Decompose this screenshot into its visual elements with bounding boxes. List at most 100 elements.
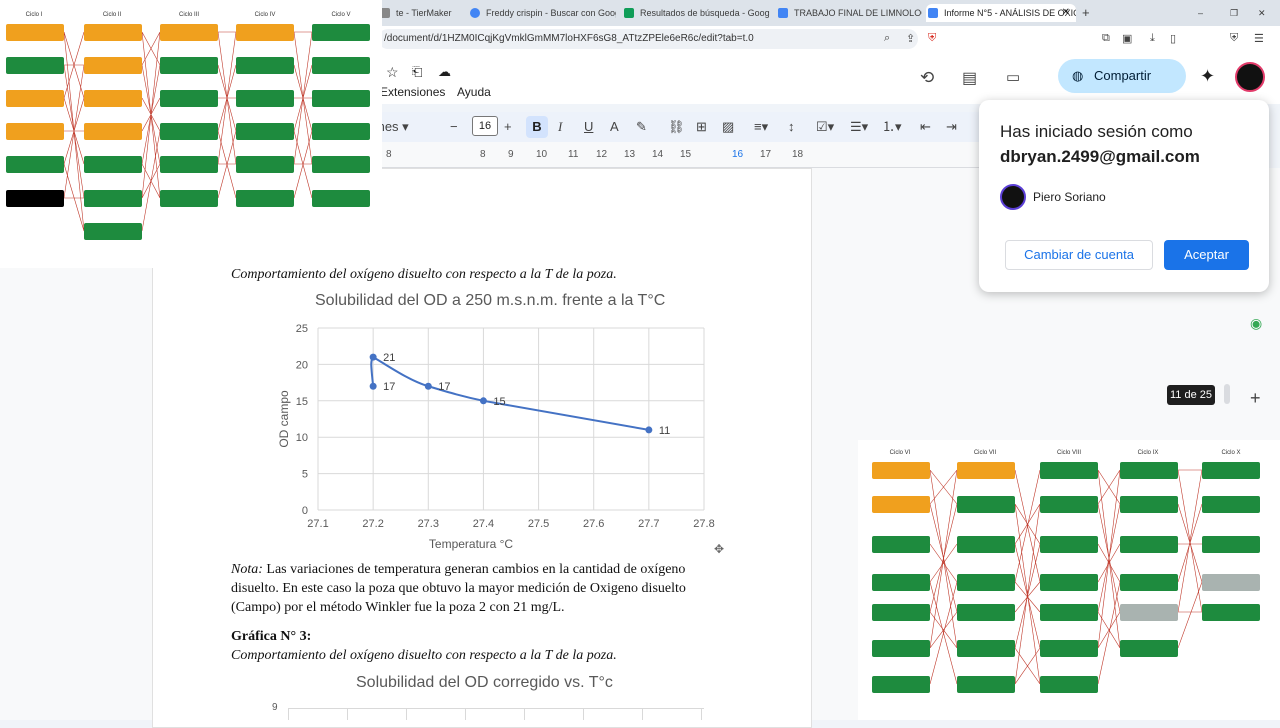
tab-search-icon[interactable]: ▣	[1122, 32, 1132, 45]
maximize-button[interactable]: ❐	[1230, 4, 1244, 22]
account-avatar	[1000, 184, 1026, 210]
x-tick-label: 27.7	[638, 518, 659, 530]
chart2-ytick: 9	[272, 702, 278, 713]
numbered-list-icon[interactable]: ⒈▾	[882, 118, 902, 136]
history-icon[interactable]: ⟲	[920, 68, 934, 88]
x-tick-label: 27.1	[307, 518, 328, 530]
add-icon[interactable]: +	[1250, 388, 1261, 409]
scrollbar-thumb[interactable]	[1224, 384, 1230, 404]
y-tick-label: 20	[296, 359, 308, 371]
url-field[interactable]: /document/d/1HZM0ICqjKgVmklGmMM7loHXF6sG…	[378, 29, 918, 49]
browser-tab[interactable]: TRABAJO FINAL DE LIMNOLOGÍA M	[776, 4, 922, 22]
ruler-number: 13	[624, 149, 636, 160]
image-icon[interactable]: ▨	[722, 118, 734, 136]
browser-tab[interactable]: Freddy crispin - Buscar con Google	[468, 4, 616, 22]
extensions-icon[interactable]: ⧉	[1102, 32, 1110, 45]
course-box	[236, 156, 294, 173]
indent-increase-icon[interactable]: ⇥	[946, 118, 957, 136]
cycle-label: Ciclo I	[25, 12, 43, 18]
caption-2: Comportamiento del oxígeno disuelto con …	[231, 648, 617, 663]
cycle-label: Ciclo X	[1221, 450, 1241, 456]
maps-icon[interactable]: ◉	[1250, 315, 1262, 332]
x-tick-label: 27.5	[528, 518, 549, 530]
line-spacing-icon[interactable]: ↕	[788, 118, 795, 136]
account-name: Piero Soriano	[1033, 190, 1106, 204]
graph3-heading: Gráfica N° 3:	[231, 629, 312, 644]
cycle-label: Ciclo VI	[889, 450, 911, 456]
x-tick-label: 27.3	[418, 518, 439, 530]
link-icon[interactable]: ⛓	[668, 118, 685, 136]
x-axis-label: Temperatura °C	[429, 537, 513, 551]
add-comment-icon[interactable]: ⊞	[696, 118, 707, 136]
avatar[interactable]	[1235, 62, 1265, 92]
highlight-icon[interactable]: ✎	[636, 118, 647, 136]
star-icon[interactable]: ☆	[386, 64, 399, 81]
underline-button[interactable]: U	[584, 118, 593, 136]
ruler-number: 14	[652, 149, 664, 160]
minimize-button[interactable]: –	[1198, 4, 1212, 22]
browser-tab-active[interactable]: Informe N°5 - ANÁLISIS DE OXIG ✕	[926, 4, 1076, 22]
checklist-icon[interactable]: ☑▾	[816, 118, 834, 136]
gemini-icon[interactable]: ✦	[1200, 66, 1215, 87]
menu-icon[interactable]: ☰	[1254, 32, 1264, 45]
menu-extensiones[interactable]: Extensiones	[380, 85, 445, 99]
move-icon[interactable]: ⎗	[412, 64, 422, 80]
decrease-font-icon[interactable]: −	[450, 118, 458, 136]
browser-tab[interactable]: te - TierMaker	[378, 4, 456, 22]
course-box	[84, 190, 142, 207]
cloud-status-icon[interactable]: ☁	[438, 64, 451, 80]
share-button[interactable]: ◍ Compartir	[1058, 59, 1186, 93]
caption-1: Comportamiento del oxígeno disuelto con …	[231, 267, 617, 282]
course-box	[872, 676, 930, 693]
series-line	[370, 355, 650, 431]
vpn-icon[interactable]: ⛨	[1230, 32, 1238, 45]
new-tab-button[interactable]: +	[1080, 4, 1100, 22]
docs-icon	[778, 8, 788, 18]
cycle-label: Ciclo III	[178, 12, 199, 18]
menu-ayuda[interactable]: Ayuda	[457, 85, 491, 99]
move-handle-icon[interactable]: ✥	[714, 542, 724, 556]
browser-tab[interactable]: Resultados de búsqueda - Google D	[622, 4, 770, 22]
align-icon[interactable]: ≡▾	[754, 118, 768, 136]
course-box	[872, 604, 930, 621]
chart-title: Solubilidad del OD a 250 m.s.n.m. frente…	[315, 292, 666, 309]
prerequisite-line	[63, 163, 85, 232]
course-box	[1202, 536, 1260, 553]
course-box	[236, 57, 294, 74]
bold-button[interactable]: B	[526, 116, 548, 138]
close-tab-icon[interactable]: ✕	[1062, 4, 1070, 22]
course-box	[1040, 536, 1098, 553]
ruler[interactable]: 8 8 9 10 11 12 13 14 15 16 17 18	[370, 142, 980, 168]
indent-decrease-icon[interactable]: ⇤	[920, 118, 931, 136]
close-window-button[interactable]: ✕	[1258, 4, 1272, 22]
data-label: 11	[659, 425, 670, 437]
cycle-label: Ciclo IV	[254, 12, 276, 18]
y-tick-label: 0	[302, 505, 308, 517]
font-size-field[interactable]: 16	[472, 116, 498, 136]
increase-font-icon[interactable]: +	[504, 118, 512, 136]
text-color-icon[interactable]: A	[610, 118, 619, 136]
account-popup: Has iniciado sesión como dbryan.2499@gma…	[979, 100, 1269, 292]
course-box	[957, 574, 1015, 591]
cycle-label: Ciclo V	[331, 12, 351, 18]
zoom-icon[interactable]: ⌕	[884, 32, 890, 45]
sidebar-icon[interactable]: ▯	[1170, 32, 1176, 45]
meet-icon[interactable]: ▭	[1006, 68, 1020, 86]
course-box	[6, 57, 64, 74]
course-box	[1120, 536, 1178, 553]
course-box	[236, 90, 294, 107]
brave-shield-icon[interactable]: ⛨	[928, 32, 936, 45]
italic-button[interactable]: I	[558, 118, 562, 136]
download-icon[interactable]: ⤓	[1150, 32, 1155, 45]
course-box	[957, 676, 1015, 693]
course-box	[312, 123, 370, 140]
cycle-label: Ciclo VII	[973, 450, 997, 456]
share-page-icon[interactable]: ⇪	[906, 32, 915, 45]
ruler-number: 8	[386, 149, 392, 160]
accept-button[interactable]: Aceptar	[1164, 240, 1249, 270]
switch-account-button[interactable]: Cambiar de cuenta	[1005, 240, 1153, 270]
od-chart[interactable]: 0 5 10 15 20 25 27.1 27.2 27.3 27.4 27.5 27.6 27.7 27…	[270, 318, 730, 558]
bullet-list-icon[interactable]: ☰▾	[850, 118, 868, 136]
comments-icon[interactable]: ▤	[962, 68, 977, 88]
course-box	[872, 574, 930, 591]
